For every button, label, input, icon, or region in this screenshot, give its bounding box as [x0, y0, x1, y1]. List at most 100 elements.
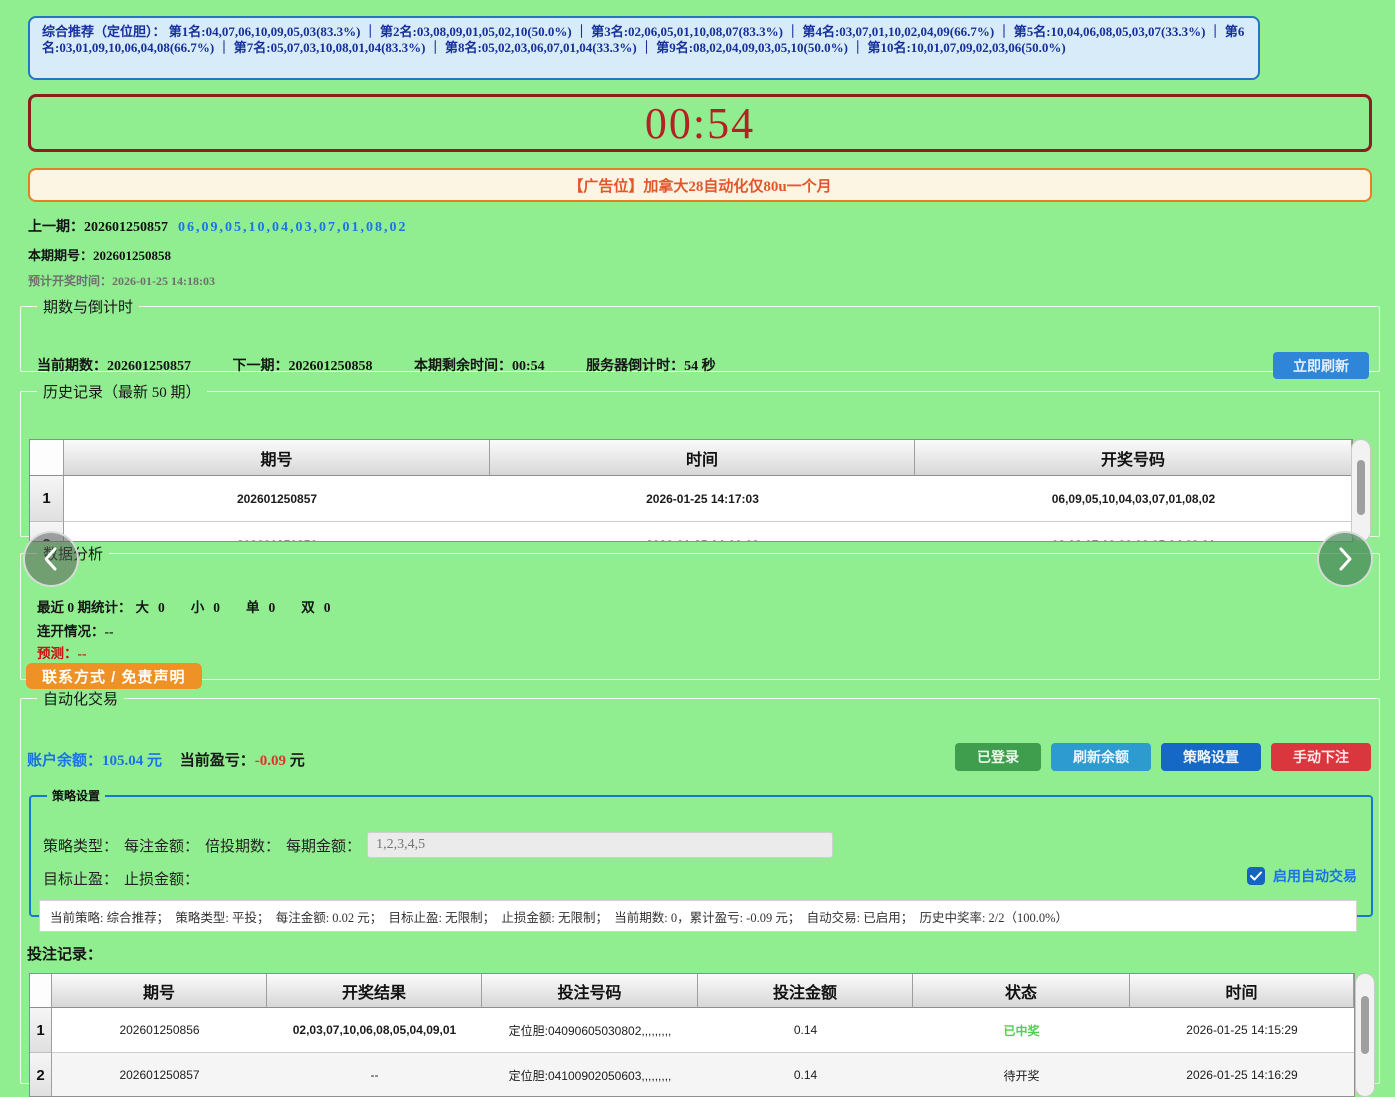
ad-banner-text: 【广告位】加拿大28自动化仅80u一个月 [568, 175, 831, 196]
contact-disclaimer-button[interactable]: 联系方式 / 免责声明 [26, 663, 202, 689]
streak-value: -- [105, 624, 114, 639]
server-countdown-stat: 服务器倒计时：54 秒 [586, 359, 716, 374]
expected-time-label: 预计开奖时间： [28, 274, 112, 288]
history-panel-legend: 历史记录（最新 50 期） [37, 381, 207, 402]
history-col-header-time: 时间 [490, 440, 915, 476]
bets-cell-status[interactable]: 已中奖 [913, 1008, 1130, 1053]
pnl-value: -0.09 [255, 753, 286, 769]
strategy-status-bar: 当前策略: 综合推荐； 策略类型: 平投； 每注金额: 0.02 元； 目标止盈… [39, 900, 1357, 932]
expected-time-line: 预计开奖时间：2026-01-25 14:18:03 [28, 272, 408, 289]
per-period-amount-label: 每期金额： [286, 835, 361, 856]
stat-small: 小0 [191, 600, 220, 615]
stop-loss-label: 止损金额： [124, 868, 199, 889]
current-issue-line: 本期期号：202601250858 [28, 245, 408, 264]
bets-table: 期号 开奖结果 投注号码 投注金额 状态 时间 1 202601250856 0… [29, 973, 1355, 1097]
per-bet-amount-label: 每注金额： [124, 835, 199, 856]
history-table-scrollbar[interactable] [1351, 439, 1371, 542]
account-balance-label: 账户余额： [27, 753, 102, 769]
prev-draw-numbers: 06,09,05,10,04,03,07,01,08,02 [178, 220, 408, 235]
recent-stats-line: 最近 0 期统计： 大0 小0 单0 双0 [37, 596, 331, 616]
prediction-line: 预测：-- [37, 642, 87, 662]
manual-bet-button[interactable]: 手动下注 [1271, 743, 1371, 771]
strategy-line-2: 目标止盈： 止损金额： [43, 868, 205, 889]
remaining-time-stat: 本期剩余时间：00:54 [414, 359, 545, 374]
countdown-timer-value: 00:54 [645, 98, 755, 149]
history-corner-cell [30, 440, 64, 476]
login-status-button[interactable]: 已登录 [955, 743, 1041, 771]
history-col-header-issue: 期号 [64, 440, 490, 476]
prev-draw-label: 上一期： [28, 220, 84, 235]
bets-cell-numbers[interactable]: 定位胆:04100902050603,,,,,,,,, [482, 1053, 698, 1097]
stat-big: 大0 [136, 600, 165, 615]
history-cell-numbers[interactable]: 06,09,05,10,04,03,07,01,08,02 [915, 476, 1352, 522]
bets-cell-amount[interactable]: 0.14 [698, 1053, 913, 1097]
bets-cell-result[interactable]: -- [267, 1053, 482, 1097]
bets-row-index: 1 [30, 1008, 52, 1053]
bets-cell-issue[interactable]: 202601250857 [52, 1053, 267, 1097]
per-period-amount-input[interactable] [367, 832, 833, 858]
auto-trade-label: 启用自动交易 [1273, 866, 1357, 886]
bets-scrollbar-thumb[interactable] [1361, 996, 1369, 1054]
bets-corner-cell [30, 974, 52, 1008]
trading-panel-legend: 自动化交易 [37, 688, 124, 709]
bets-cell-time[interactable]: 2026-01-25 14:15:29 [1130, 1008, 1354, 1053]
pnl-unit: 元 [290, 753, 305, 769]
bets-cell-amount[interactable]: 0.14 [698, 1008, 913, 1053]
prev-draw-issue: 202601250857 [84, 220, 168, 235]
chevron-right-icon [1335, 546, 1355, 572]
analysis-panel: 数据分析 最近 0 期统计：大0小0单0双0 连开情况：-- 预测：-- 联系方… [20, 543, 1380, 680]
streak-line: 连开情况：-- [37, 620, 114, 640]
expected-time-value: 2026-01-25 14:18:03 [112, 274, 215, 288]
strategy-type-label: 策略类型： [43, 835, 118, 856]
bets-cell-status[interactable]: 待开奖 [913, 1053, 1130, 1097]
strategy-settings-button[interactable]: 策略设置 [1161, 743, 1261, 771]
multiplier-periods-label: 倍投期数： [205, 835, 280, 856]
prediction-value: -- [78, 646, 87, 661]
stat-even: 双0 [301, 600, 330, 615]
recommendation-text: 综合推荐（定位胆）： 第1名:04,07,06,10,09,05,03(83.3… [42, 24, 1244, 55]
bets-cell-numbers[interactable]: 定位胆:04090605030802,,,,,,,,, [482, 1008, 698, 1053]
refresh-now-button[interactable]: 立即刷新 [1273, 352, 1369, 379]
countdown-stats-line: 当前期数：202601250857 下一期：202601250858 本期剩余时… [37, 355, 754, 375]
carousel-next-button[interactable] [1317, 531, 1373, 587]
countdown-panel: 期数与倒计时 当前期数：202601250857 下一期：20260125085… [20, 296, 1380, 372]
bets-col-header-status: 状态 [913, 974, 1130, 1008]
history-cell-time[interactable]: 2026-01-25 14:17:03 [490, 476, 915, 522]
history-scrollbar-thumb[interactable] [1357, 460, 1365, 515]
bets-cell-issue[interactable]: 202601250856 [52, 1008, 267, 1053]
auto-trade-toggle-row: 启用自动交易 [1247, 866, 1357, 886]
ad-banner[interactable]: 【广告位】加拿大28自动化仅80u一个月 [28, 168, 1372, 202]
strategy-settings-panel: 策略设置 策略类型： 每注金额： 倍投期数： 每期金额： 目标止盈： 止损金额：… [29, 787, 1373, 917]
balance-line: 账户余额：105.04 元 当前盈亏：-0.09 元 [27, 749, 305, 770]
account-balance-value: 105.04 元 [102, 753, 162, 769]
bets-table-scrollbar[interactable] [1355, 973, 1375, 1097]
history-panel: 历史记录（最新 50 期） 期号 时间 开奖号码 1 202601250857 … [20, 381, 1380, 537]
next-period-stat: 下一期：202601250858 [233, 359, 373, 374]
refresh-balance-button[interactable]: 刷新余额 [1051, 743, 1151, 771]
trading-buttons-row: 已登录 刷新余额 策略设置 手动下注 [955, 743, 1371, 771]
strategy-status-text: 当前策略: 综合推荐； 策略类型: 平投； 每注金额: 0.02 元； 目标止盈… [50, 907, 1068, 926]
draw-info-block: 上一期：202601250857 06,09,05,10,04,03,07,01,… [28, 216, 408, 289]
history-cell-issue[interactable]: 202601250857 [64, 476, 490, 522]
recommendation-banner: 综合推荐（定位胆）： 第1名:04,07,06,10,09,05,03(83.3… [28, 16, 1260, 80]
current-issue-value: 202601250858 [93, 248, 171, 263]
bets-row-index: 2 [30, 1053, 52, 1097]
bets-col-header-amount: 投注金额 [698, 974, 913, 1008]
current-period-stat: 当前期数：202601250857 [37, 359, 191, 374]
strategy-line-1: 策略类型： 每注金额： 倍投期数： 每期金额： [43, 832, 833, 858]
history-table: 期号 时间 开奖号码 1 202601250857 2026-01-25 14:… [29, 439, 1353, 542]
prediction-label: 预测： [37, 646, 78, 661]
countdown-timer: 00:54 [28, 94, 1372, 152]
history-row-index: 1 [30, 476, 64, 522]
history-cell-numbers[interactable]: 02,03,07,10,06,08,05,04,09,01 [915, 522, 1352, 542]
bets-cell-result[interactable]: 02,03,07,10,06,08,05,04,09,01 [267, 1008, 482, 1053]
auto-trade-checkbox[interactable] [1247, 867, 1265, 885]
recent-stats-label: 最近 0 期统计： [37, 600, 132, 615]
bets-cell-time[interactable]: 2026-01-25 14:16:29 [1130, 1053, 1354, 1097]
check-icon [1250, 871, 1262, 881]
history-cell-issue[interactable]: 202601250856 [64, 522, 490, 542]
stat-odd: 单0 [246, 600, 275, 615]
prev-draw-line: 上一期：202601250857 06,09,05,10,04,03,07,01,… [28, 216, 408, 236]
history-cell-time[interactable]: 2026-01-25 14:16:03 [490, 522, 915, 542]
carousel-prev-button[interactable] [23, 531, 79, 587]
